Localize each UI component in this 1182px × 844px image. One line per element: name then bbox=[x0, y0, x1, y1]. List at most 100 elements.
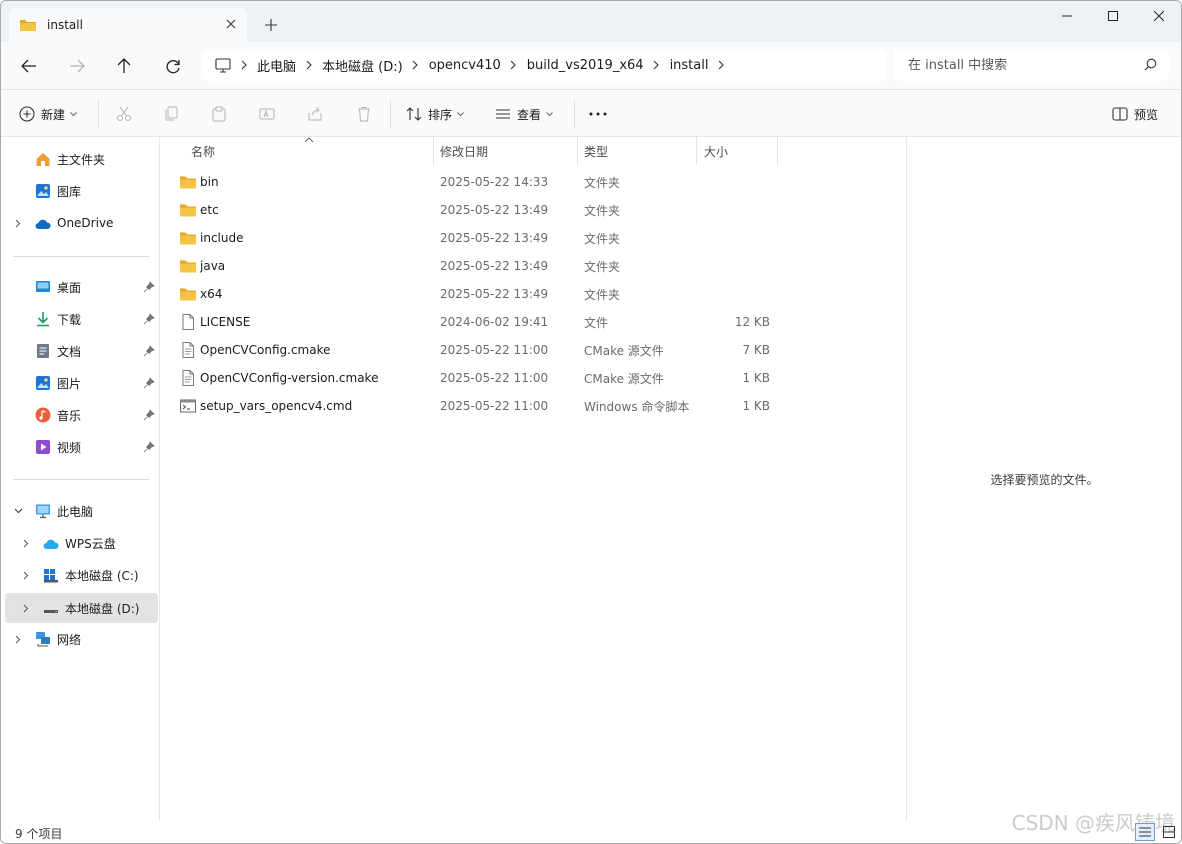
breadcrumb-install[interactable]: install bbox=[670, 58, 709, 73]
chevron-right-icon[interactable] bbox=[12, 217, 24, 229]
maximize-icon[interactable] bbox=[1090, 1, 1136, 31]
sort-button[interactable]: 排序 bbox=[406, 100, 464, 128]
close-tab-icon[interactable] bbox=[223, 16, 239, 32]
chevron-right-icon[interactable] bbox=[20, 602, 32, 614]
breadcrumb-opencv410[interactable]: opencv410 bbox=[429, 58, 501, 73]
pin-icon[interactable] bbox=[143, 409, 155, 421]
file-date: 2025-05-22 13:49 bbox=[440, 287, 549, 301]
folder-icon bbox=[179, 286, 197, 302]
file-row[interactable]: include 2025-05-22 13:49 文件夹 bbox=[173, 224, 793, 252]
new-tab-icon[interactable] bbox=[261, 15, 281, 35]
sidebar-item-gallery[interactable]: 图库 bbox=[5, 177, 158, 205]
breadcrumb-drive-d[interactable]: 本地磁盘 (D:) bbox=[322, 56, 403, 75]
file-row[interactable]: etc 2025-05-22 13:49 文件夹 bbox=[173, 196, 793, 224]
chevron-right-icon[interactable] bbox=[403, 60, 429, 70]
plus-circle-icon bbox=[19, 106, 35, 122]
share-icon[interactable] bbox=[307, 100, 323, 128]
column-header-date[interactable]: 修改日期 bbox=[440, 137, 578, 165]
forward-arrow-icon[interactable] bbox=[65, 54, 89, 78]
pin-icon[interactable] bbox=[143, 441, 155, 453]
chevron-right-icon[interactable] bbox=[501, 60, 527, 70]
file-row[interactable]: OpenCVConfig.cmake 2025-05-22 11:00 CMake … bbox=[173, 336, 793, 364]
chevron-right-icon[interactable] bbox=[20, 537, 32, 549]
file-date: 2025-05-22 11:00 bbox=[440, 399, 549, 413]
breadcrumb-this-pc[interactable]: 此电脑 bbox=[257, 56, 296, 75]
sidebar-item-pictures[interactable]: 图片 bbox=[5, 369, 158, 397]
close-window-icon[interactable] bbox=[1136, 1, 1181, 31]
pin-icon[interactable] bbox=[143, 377, 155, 389]
search-box[interactable] bbox=[894, 49, 1169, 81]
address-bar[interactable]: 此电脑 本地磁盘 (D:) opencv410 build_vs2019_x64… bbox=[203, 49, 886, 81]
file-row[interactable]: OpenCVConfig-version.cmake 2025-05-22 11:… bbox=[173, 364, 793, 392]
details-view-icon[interactable] bbox=[1135, 823, 1155, 841]
minimize-icon[interactable] bbox=[1044, 1, 1090, 31]
pin-icon[interactable] bbox=[143, 345, 155, 357]
back-arrow-icon[interactable] bbox=[17, 54, 41, 78]
column-divider[interactable] bbox=[696, 137, 697, 165]
file-size bbox=[703, 196, 770, 224]
refresh-icon[interactable] bbox=[161, 54, 185, 78]
sidebar-item-network[interactable]: 网络 bbox=[5, 625, 158, 653]
file-name: etc bbox=[200, 203, 219, 217]
cut-icon[interactable] bbox=[116, 100, 132, 128]
tiles-view-icon[interactable] bbox=[1159, 823, 1179, 841]
pin-icon[interactable] bbox=[143, 313, 155, 325]
file-row[interactable]: LICENSE 2024-06-02 19:41 文件 12 KB bbox=[173, 308, 793, 336]
sidebar-item-drive-c[interactable]: 本地磁盘 (C:) bbox=[5, 561, 158, 589]
chevron-right-icon[interactable] bbox=[12, 633, 24, 645]
navigation-pane: 主文件夹 图库 OneDrive 桌面 下载 文档 图片 音乐 视频 此电脑 W… bbox=[1, 137, 160, 821]
rename-icon[interactable] bbox=[259, 100, 275, 128]
sidebar-item-desktop[interactable]: 桌面 bbox=[5, 273, 158, 301]
preview-pane-button[interactable]: 预览 bbox=[1112, 100, 1158, 128]
pin-icon[interactable] bbox=[143, 281, 155, 293]
search-icon[interactable] bbox=[1144, 58, 1157, 71]
column-header-type[interactable]: 类型 bbox=[584, 137, 696, 165]
file-name: java bbox=[200, 259, 226, 273]
view-list-icon bbox=[496, 109, 510, 119]
view-label: 查看 bbox=[517, 107, 542, 122]
file-row[interactable]: bin 2025-05-22 14:33 文件夹 bbox=[173, 168, 793, 196]
file-row[interactable]: setup_vars_opencv4.cmd 2025-05-22 11:00 Wi… bbox=[173, 392, 793, 420]
column-header-name[interactable]: 名称 bbox=[191, 137, 431, 165]
chevron-right-icon[interactable] bbox=[231, 60, 257, 70]
copy-icon[interactable] bbox=[163, 100, 179, 128]
more-options-icon[interactable] bbox=[589, 100, 607, 128]
column-divider[interactable] bbox=[577, 137, 578, 165]
sidebar-item-home[interactable]: 主文件夹 bbox=[5, 145, 158, 173]
paste-icon[interactable] bbox=[211, 100, 227, 128]
file-row[interactable]: java 2025-05-22 13:49 文件夹 bbox=[173, 252, 793, 280]
delete-icon[interactable] bbox=[356, 100, 372, 128]
new-button[interactable]: 新建 bbox=[19, 100, 77, 128]
file-type: 文件 bbox=[584, 315, 609, 330]
sidebar-item-downloads[interactable]: 下载 bbox=[5, 305, 158, 333]
folder-icon bbox=[20, 20, 36, 31]
chevron-down-icon[interactable] bbox=[12, 505, 24, 517]
sidebar-item-label: 下载 bbox=[57, 312, 82, 327]
file-icon bbox=[179, 314, 197, 330]
tab-install[interactable]: install bbox=[9, 8, 247, 42]
column-divider[interactable] bbox=[777, 137, 778, 165]
up-arrow-icon[interactable] bbox=[112, 54, 136, 78]
file-size: 12 KB bbox=[734, 315, 770, 329]
breadcrumb-build[interactable]: build_vs2019_x64 bbox=[527, 58, 644, 73]
chevron-right-icon[interactable] bbox=[708, 60, 734, 70]
navigation-bar: 此电脑 本地磁盘 (D:) opencv410 build_vs2019_x64… bbox=[1, 42, 1181, 90]
view-button[interactable]: 查看 bbox=[495, 100, 553, 128]
sidebar-item-this-pc[interactable]: 此电脑 bbox=[5, 497, 158, 525]
sidebar-item-wps-cloud[interactable]: WPS云盘 bbox=[5, 529, 158, 557]
file-row[interactable]: x64 2025-05-22 13:49 文件夹 bbox=[173, 280, 793, 308]
column-header-size[interactable]: 大小 bbox=[704, 137, 776, 165]
sidebar-item-videos[interactable]: 视频 bbox=[5, 433, 158, 461]
column-divider[interactable] bbox=[433, 137, 434, 165]
sidebar-item-drive-d[interactable]: 本地磁盘 (D:) bbox=[5, 593, 158, 623]
search-input[interactable] bbox=[908, 57, 1138, 73]
chevron-right-icon[interactable] bbox=[20, 569, 32, 581]
chevron-right-icon[interactable] bbox=[644, 60, 670, 70]
file-list: 名称 修改日期 类型 大小 bin 2025-05-22 14:33 文件夹 etc 2… bbox=[161, 137, 906, 821]
chevron-right-icon[interactable] bbox=[296, 60, 322, 70]
folder-icon bbox=[179, 174, 197, 190]
sidebar-item-music[interactable]: 音乐 bbox=[5, 401, 158, 429]
sidebar-item-onedrive[interactable]: OneDrive bbox=[5, 209, 158, 237]
desktop-icon bbox=[36, 281, 50, 292]
sidebar-item-documents[interactable]: 文档 bbox=[5, 337, 158, 365]
